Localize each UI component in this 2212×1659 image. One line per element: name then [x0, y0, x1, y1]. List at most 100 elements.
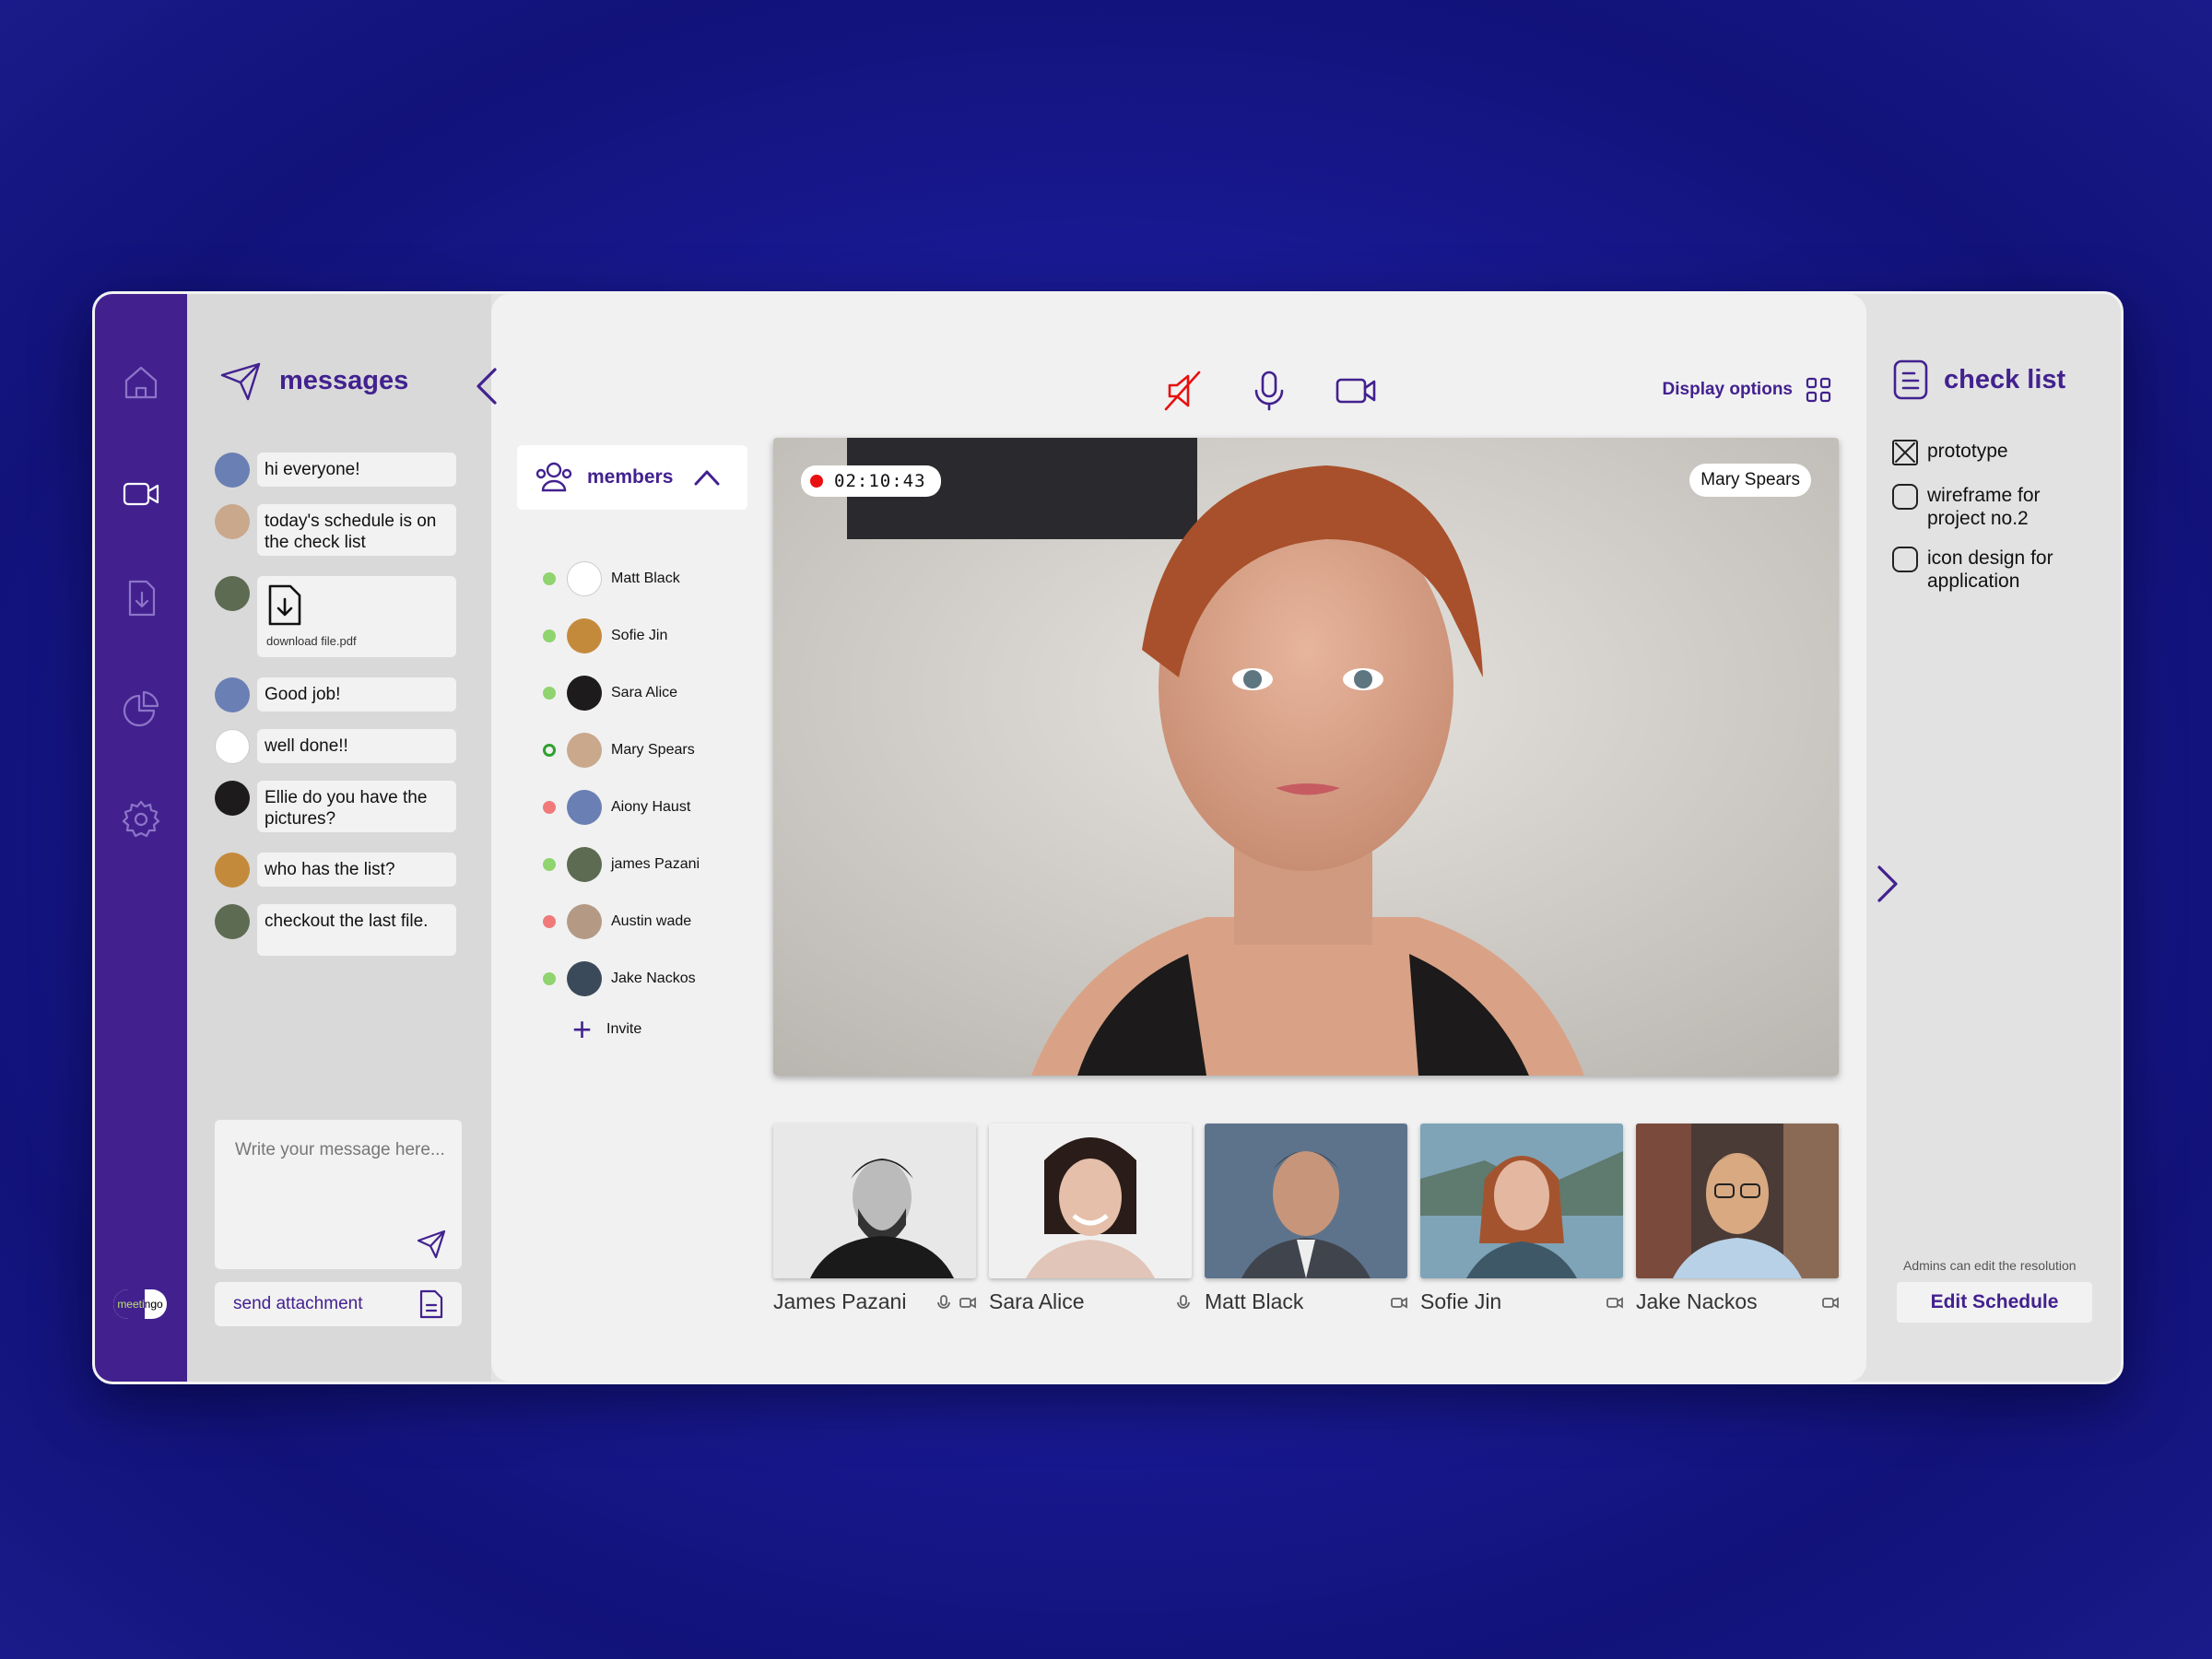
camera-icon	[1606, 1296, 1623, 1309]
avatar	[567, 847, 602, 882]
member-row[interactable]: Sofie Jin	[543, 618, 667, 653]
member-row[interactable]: Aiony Haust	[543, 790, 690, 825]
message-text: well done!!	[257, 729, 456, 763]
microphone-toggle[interactable]	[1246, 368, 1292, 414]
chevron-up-icon	[694, 470, 720, 486]
participant-tile[interactable]: James Pazani	[773, 1124, 976, 1314]
participant-photo	[773, 1124, 976, 1278]
participant-name: Matt Black	[1205, 1289, 1304, 1313]
member-name: Aiony Haust	[611, 799, 691, 815]
participant-video	[1420, 1124, 1623, 1278]
checkbox[interactable]	[1892, 547, 1918, 572]
display-options-button[interactable]: Display options	[1663, 377, 1831, 403]
avatar	[567, 961, 602, 996]
participant-video	[1636, 1124, 1839, 1278]
checklist-title: check list	[1944, 364, 2066, 394]
send-message-icon[interactable]	[416, 1229, 447, 1260]
file-attachment[interactable]: download file.pdf	[257, 576, 456, 657]
message: Ellie do you have the pictures?	[215, 781, 456, 832]
download-icon	[128, 580, 156, 617]
avatar	[215, 781, 250, 816]
participant-tile[interactable]: Sara Alice	[989, 1124, 1192, 1314]
nav-home[interactable]	[117, 359, 165, 406]
send-icon	[220, 362, 261, 401]
chevron-right-icon	[1877, 865, 1898, 902]
nav-settings[interactable]	[117, 795, 165, 843]
video-icon	[123, 482, 159, 506]
participant-video	[989, 1124, 1192, 1278]
status-dot	[543, 744, 556, 757]
message-input-placeholder: Write your message here...	[235, 1140, 445, 1159]
avatar	[567, 790, 602, 825]
invite-button[interactable]: + Invite	[572, 1013, 641, 1046]
pie-chart-icon	[123, 690, 159, 727]
send-attachment-button[interactable]: send attachment	[215, 1282, 462, 1326]
member-row[interactable]: Jake Nackos	[543, 961, 696, 996]
message-text: Ellie do you have the pictures?	[257, 781, 456, 832]
recording-dot-icon	[810, 475, 823, 488]
grid-icon	[1806, 377, 1831, 403]
checklist-item[interactable]: prototype	[1892, 440, 2065, 465]
message: who has the list?	[215, 853, 456, 888]
messages-title: messages	[279, 365, 409, 395]
nav-video[interactable]	[117, 469, 165, 517]
speaker-muted-icon	[1164, 371, 1201, 411]
edit-schedule-button[interactable]: Edit Schedule	[1897, 1282, 2092, 1323]
message-text: checkout the last file.	[257, 904, 456, 956]
avatar	[567, 676, 602, 711]
member-row[interactable]: Austin wade	[543, 904, 691, 939]
checklist-item[interactable]: wireframe for project no.2	[1892, 484, 2065, 530]
member-name: Jake Nackos	[611, 971, 696, 986]
meeting-app-window: meetingo messages hi everyone! today's s…	[92, 291, 2124, 1384]
camera-toggle[interactable]	[1333, 368, 1379, 414]
speaker-name-tag: Mary Spears	[1689, 464, 1811, 497]
member-row[interactable]: Matt Black	[543, 561, 680, 596]
message-text: who has the list?	[257, 853, 456, 887]
participant-name: Jake Nackos	[1636, 1289, 1758, 1313]
participant-tile[interactable]: Matt Black	[1205, 1124, 1407, 1314]
users-icon	[535, 462, 572, 492]
avatar	[215, 853, 250, 888]
members-toggle[interactable]: members	[517, 445, 747, 510]
call-area: Display options members Matt Black Sofie…	[491, 294, 1866, 1382]
avatar	[215, 677, 250, 712]
checklist-item-text: wireframe for project no.2	[1927, 485, 2041, 529]
file-name: download file.pdf	[266, 634, 357, 648]
participant-tile[interactable]: Jake Nackos	[1636, 1124, 1839, 1314]
main-video[interactable]: 02:10:43 Mary Spears	[773, 438, 1839, 1076]
messages-panel: messages hi everyone! today's schedule i…	[187, 294, 491, 1382]
mic-icon	[1177, 1294, 1190, 1309]
participant-video	[1205, 1124, 1407, 1278]
collapse-messages-button[interactable]	[464, 359, 510, 414]
participant-video	[773, 1124, 976, 1278]
participant-photo	[1205, 1124, 1407, 1278]
avatar	[567, 618, 602, 653]
member-row[interactable]: Mary Spears	[543, 733, 695, 768]
collapse-checklist-button[interactable]	[1865, 856, 1911, 912]
camera-icon	[959, 1296, 976, 1309]
call-controls	[1159, 368, 1379, 414]
speaker-toggle[interactable]	[1159, 368, 1206, 414]
checklist-item[interactable]: icon design for application	[1892, 547, 2065, 593]
participant-name: James Pazani	[773, 1289, 907, 1313]
avatar	[215, 576, 250, 611]
speaker-video-frame	[773, 438, 1839, 1076]
checkbox-checked[interactable]	[1892, 440, 1918, 465]
checklist-header: check list	[1892, 359, 2065, 401]
message: well done!!	[215, 729, 456, 764]
app-logo: meetingo	[113, 1289, 167, 1319]
member-row[interactable]: Sara Alice	[543, 676, 677, 711]
avatar	[567, 561, 602, 596]
checklist-item-text: icon design for application	[1927, 547, 2053, 592]
nav-downloads[interactable]	[117, 574, 165, 622]
message-text: hi everyone!	[257, 453, 456, 487]
participant-tile[interactable]: Sofie Jin	[1420, 1124, 1623, 1314]
camera-icon	[1822, 1296, 1839, 1309]
nav-stats[interactable]	[117, 685, 165, 733]
message-input[interactable]: Write your message here...	[215, 1120, 462, 1269]
member-row[interactable]: james Pazani	[543, 847, 700, 882]
checkbox[interactable]	[1892, 484, 1918, 510]
messages-header: messages	[218, 359, 408, 403]
participant-photo	[1420, 1124, 1623, 1278]
avatar	[567, 904, 602, 939]
